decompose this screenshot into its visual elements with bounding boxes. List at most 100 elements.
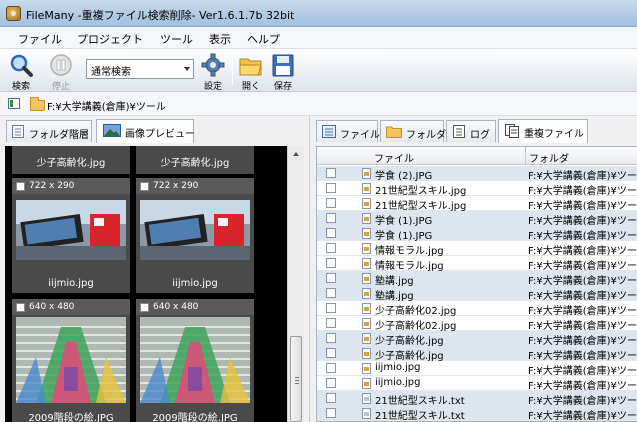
title-bar: FileMany -重複ファイル検索削除- Ver1.6.1.7b 32bit — [0, 0, 637, 27]
thumbnail-card[interactable]: 少子高齢化.jpg — [136, 146, 254, 174]
table-row[interactable]: 学食 (1).JPG F:¥大学講義(倉庫)¥ツール — [317, 226, 637, 242]
image-file-icon — [362, 303, 371, 314]
thumbnail-card[interactable]: 722 x 290 iijmio.jpg — [136, 178, 254, 293]
row-checkbox[interactable] — [326, 213, 336, 223]
scrollbar-thumb[interactable] — [290, 336, 302, 422]
table-row[interactable]: 少子高齢化02.jpg F:¥大学講義(倉庫)¥ツール — [317, 316, 637, 332]
grip-line — [295, 383, 299, 384]
table-row[interactable]: 21世紀型スキル.jpg F:¥大学講義(倉庫)¥ツール — [317, 181, 637, 197]
log-icon — [453, 125, 465, 138]
settings-button[interactable]: 設定 — [196, 51, 230, 92]
thumbnail-filename: 少子高齢化.jpg — [36, 158, 106, 169]
folder-path-cell: F:¥大学講義(倉庫)¥ツール — [528, 396, 637, 407]
tab-folders[interactable]: フォルダ — [380, 120, 446, 142]
row-checkbox[interactable] — [326, 408, 336, 418]
image-file-icon — [362, 198, 371, 209]
file-name-cell: 21世紀型スキル.jpg — [375, 186, 467, 197]
menu-help[interactable]: ヘルプ — [247, 31, 280, 47]
image-file-icon — [362, 258, 371, 269]
menu-tools[interactable]: ツール — [160, 31, 193, 47]
table-row[interactable]: 21世紀型スキル.jpg F:¥大学講義(倉庫)¥ツール — [317, 196, 637, 212]
thumbnail-checkbox[interactable] — [16, 303, 25, 312]
tab-image-preview[interactable]: 画像プレビュー — [96, 119, 195, 143]
folder-path-cell: F:¥大学講義(倉庫)¥ツール — [528, 321, 637, 332]
table-row[interactable]: 少子高齢化.jpg F:¥大学講義(倉庫)¥ツール — [317, 346, 637, 362]
folder-path-cell: F:¥大学講義(倉庫)¥ツール — [528, 186, 637, 197]
tab-log[interactable]: ログ — [446, 120, 496, 142]
open-button[interactable]: 開く — [234, 51, 268, 92]
folder-path-cell: F:¥大学講義(倉庫)¥ツール — [528, 306, 637, 317]
thumbnail-filename: 2009階段の絵.JPG — [152, 413, 238, 422]
thumbnail-image — [140, 317, 250, 403]
tab-folder-tree[interactable]: フォルダ階層 — [6, 120, 92, 142]
column-header-file[interactable]: ファイル — [374, 150, 414, 165]
thumbnail-checkbox[interactable] — [16, 182, 25, 191]
table-row[interactable]: 少子高齢化.jpg F:¥大学講義(倉庫)¥ツール — [317, 331, 637, 347]
folder-icon — [30, 97, 45, 111]
file-name-cell: 学食 (1).JPG — [375, 216, 433, 227]
search-button[interactable]: 検索 — [4, 51, 38, 92]
table-row[interactable]: 情報モラル.jpg F:¥大学講義(倉庫)¥ツール — [317, 241, 637, 257]
grip-line — [295, 380, 299, 381]
folder-path-cell: F:¥大学講義(倉庫)¥ツール — [528, 366, 637, 377]
table-row[interactable]: 少子高齢化02.jpg F:¥大学講義(倉庫)¥ツール — [317, 301, 637, 317]
folder-path-cell: F:¥大学講義(倉庫)¥ツール — [528, 351, 637, 362]
row-checkbox[interactable] — [326, 168, 336, 178]
table-row[interactable]: 21世紀型スキル.txt F:¥大学講義(倉庫)¥ツール — [317, 406, 637, 421]
tab-duplicates[interactable]: 重複ファイル — [498, 119, 588, 143]
thumbnail-card[interactable]: 640 x 480 2009階段の絵.JPG — [136, 299, 254, 422]
row-checkbox[interactable] — [326, 198, 336, 208]
image-file-icon — [362, 378, 371, 389]
scroll-up-icon[interactable] — [293, 152, 299, 156]
folder-path-cell: F:¥大学講義(倉庫)¥ツール — [528, 336, 637, 347]
column-header-folder[interactable]: フォルダ — [529, 150, 569, 165]
row-checkbox[interactable] — [326, 228, 336, 238]
thumbnail-checkbox[interactable] — [140, 303, 149, 312]
file-name-cell: 少子高齢化02.jpg — [375, 306, 457, 317]
thumbnail-scrollbar[interactable] — [287, 146, 304, 422]
menu-project[interactable]: プロジェクト — [77, 31, 143, 47]
row-checkbox[interactable] — [326, 348, 336, 358]
menu-file[interactable]: ファイル — [18, 31, 62, 47]
table-row[interactable]: iijmio.jpg F:¥大学講義(倉庫)¥ツール — [317, 361, 637, 377]
tree-view-icon[interactable] — [8, 98, 20, 109]
path-bar: F:¥大学講義(倉庫)¥ツール — [0, 92, 637, 116]
tab-folders-label: フォルダ — [406, 130, 446, 141]
row-checkbox[interactable] — [326, 378, 336, 388]
row-checkbox[interactable] — [326, 273, 336, 283]
table-row[interactable]: 学食 (1).JPG F:¥大学講義(倉庫)¥ツール — [317, 211, 637, 227]
row-checkbox[interactable] — [326, 183, 336, 193]
row-checkbox[interactable] — [326, 363, 336, 373]
thumbnail-checkbox[interactable] — [140, 182, 149, 191]
table-row[interactable]: 塾講.jpg F:¥大学講義(倉庫)¥ツール — [317, 286, 637, 302]
image-file-icon — [362, 183, 371, 194]
row-checkbox[interactable] — [326, 318, 336, 328]
row-checkbox[interactable] — [326, 258, 336, 268]
save-button[interactable]: 保存 — [266, 51, 300, 92]
table-row[interactable]: 塾講.jpg F:¥大学講義(倉庫)¥ツール — [317, 271, 637, 287]
row-checkbox[interactable] — [326, 243, 336, 253]
folder-path-cell: F:¥大学講義(倉庫)¥ツール — [528, 216, 637, 227]
table-row[interactable]: 学食 (2).JPG F:¥大学講義(倉庫)¥ツール — [317, 166, 637, 182]
row-checkbox[interactable] — [326, 333, 336, 343]
row-checkbox[interactable] — [326, 393, 336, 403]
column-divider[interactable] — [525, 147, 526, 165]
table-row[interactable]: 情報モラル.jpg F:¥大学講義(倉庫)¥ツール — [317, 256, 637, 272]
thumbnail-filename: 2009階段の絵.JPG — [28, 413, 114, 422]
table-row[interactable]: 21世紀型スキル.txt F:¥大学講義(倉庫)¥ツール — [317, 391, 637, 407]
thumbnail-filename: iijmio.jpg — [48, 278, 94, 289]
row-checkbox[interactable] — [326, 303, 336, 313]
duplicate-file-grid: ファイル フォルダ 学食 (2).JPG F:¥大学講義(倉庫)¥ツール 21世紀型… — [316, 146, 637, 422]
stop-button[interactable]: 停止 — [44, 51, 78, 92]
row-checkbox[interactable] — [326, 288, 336, 298]
folder-path-cell: F:¥大学講義(倉庫)¥ツール — [528, 231, 637, 242]
tab-files[interactable]: ファイル — [316, 120, 380, 142]
folder-path-cell: F:¥大学講義(倉庫)¥ツール — [528, 276, 637, 287]
tab-duplicates-label: 重複ファイル — [524, 129, 584, 140]
table-row[interactable]: iijmio.jpg F:¥大学講義(倉庫)¥ツール — [317, 376, 637, 392]
thumbnail-card[interactable]: 722 x 290 iijmio.jpg — [12, 178, 130, 293]
menu-view[interactable]: 表示 — [209, 31, 231, 47]
thumbnail-card[interactable]: 少子高齢化.jpg — [12, 146, 130, 174]
thumbnail-card[interactable]: 640 x 480 2009階段の絵.JPG — [12, 299, 130, 422]
search-mode-select[interactable]: 通常検索 — [86, 59, 194, 79]
